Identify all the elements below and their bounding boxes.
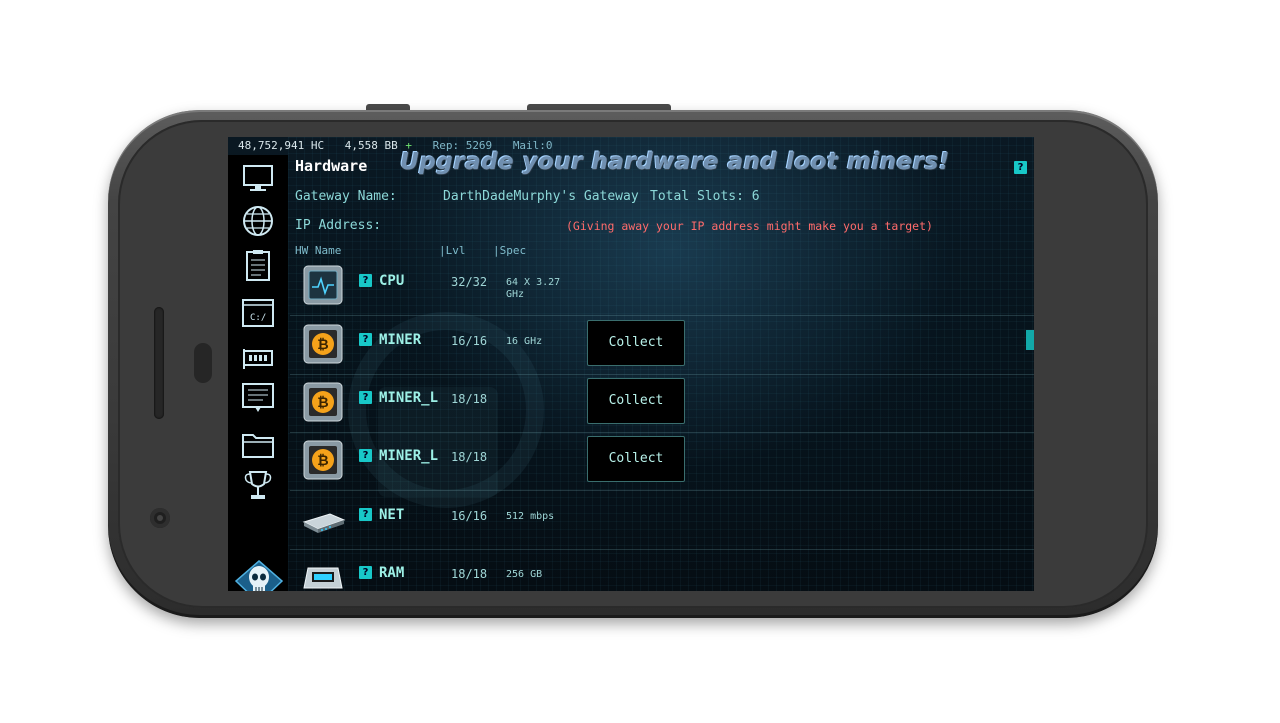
router-icon [300, 496, 346, 542]
hardware-row-miner-l-1[interactable]: ₿ ? MINER_L 18/18 Collect [290, 375, 1034, 433]
trophy-icon[interactable] [241, 469, 275, 503]
hw-level: 16/16 [451, 334, 488, 348]
network-card-icon[interactable] [241, 341, 275, 375]
hc-balance: 48,752,941 HC [238, 139, 325, 152]
net-help-icon[interactable]: ? [359, 508, 372, 521]
gateway-name-value: DarthDadeMurphy's Gateway [443, 189, 639, 204]
phone-camera [150, 508, 170, 528]
hardware-row-ram[interactable]: ? RAM 18/18 256 GB [296, 550, 1034, 591]
hw-level: 18/18 [451, 392, 488, 406]
collect-button[interactable]: Collect [587, 320, 685, 366]
skull-logo-icon[interactable] [234, 559, 284, 591]
hw-name: MINER [379, 332, 422, 348]
hw-spec: 64 X 3.27 GHz [506, 277, 561, 300]
hw-level: 32/32 [451, 275, 488, 289]
hardware-row-miner-l-2[interactable]: ₿ ? MINER_L 18/18 Collect [290, 433, 1034, 491]
miner-l-help-icon[interactable]: ? [359, 391, 372, 404]
ip-address-label[interactable]: IP Address: [295, 218, 381, 233]
collect-button[interactable]: Collect [587, 378, 685, 424]
total-slots: Total Slots: 6 [650, 189, 760, 204]
phone-sensor [194, 343, 212, 383]
bitcoin-chip-icon: ₿ [300, 437, 346, 483]
terminal-icon[interactable]: C:/ [241, 296, 275, 330]
folder-icon[interactable] [241, 427, 275, 461]
svg-text:₿: ₿ [317, 337, 328, 353]
hw-level: 18/18 [451, 450, 488, 464]
help-icon[interactable]: ? [1014, 161, 1027, 174]
cpu-help-icon[interactable]: ? [359, 274, 372, 287]
column-spec: |Spec [493, 244, 527, 257]
hw-name: MINER_L [379, 390, 439, 406]
terminal-label: C:/ [250, 313, 266, 323]
page-title: Hardware [295, 157, 368, 175]
column-hw-name: HW Name [295, 244, 342, 257]
clipboard-icon[interactable] [241, 248, 275, 282]
row-divider [290, 315, 1034, 316]
hw-spec: 256 GB [506, 569, 543, 580]
hardware-row-cpu[interactable]: ? CPU 32/32 64 X 3.27 GHz [290, 258, 1034, 316]
app-screen: 48,752,941 HC 4,558 BB + Rep: 5269 Mail:… [228, 137, 1034, 591]
ram-icon [300, 554, 346, 591]
monitor-icon[interactable] [241, 161, 275, 195]
bitcoin-chip-icon: ₿ [300, 321, 346, 367]
hw-level: 18/18 [451, 567, 488, 581]
hw-spec: 512 mbps [506, 511, 555, 522]
globe-icon[interactable] [241, 204, 275, 238]
hw-name: NET [379, 507, 405, 523]
chat-icon[interactable] [241, 381, 275, 415]
svg-text:₿: ₿ [317, 453, 328, 469]
ip-warning: (Giving away your IP address might make … [566, 219, 933, 233]
phone-speaker [154, 307, 164, 419]
ram-help-icon[interactable]: ? [359, 566, 372, 579]
miner-l-help-icon[interactable]: ? [359, 449, 372, 462]
hw-name: RAM [379, 565, 405, 581]
hw-name: CPU [379, 273, 405, 289]
scrollbar-thumb[interactable] [1026, 330, 1034, 350]
sidebar: C:/ [228, 155, 288, 591]
bb-balance: 4,558 BB [344, 139, 398, 152]
hw-name: MINER_L [379, 448, 439, 464]
collect-button[interactable]: Collect [587, 436, 685, 482]
hardware-row-miner[interactable]: ₿ ? MINER 16/16 16 GHz Collect [290, 317, 1034, 375]
cpu-chip-icon [300, 262, 346, 308]
column-lvl: |Lvl [439, 244, 466, 257]
miner-help-icon[interactable]: ? [359, 333, 372, 346]
hardware-row-net[interactable]: ? NET 16/16 512 mbps [290, 492, 1034, 550]
banner-text: Upgrade your hardware and loot miners! [400, 149, 950, 175]
hw-level: 16/16 [451, 509, 488, 523]
bitcoin-chip-icon: ₿ [300, 379, 346, 425]
gateway-name-label: Gateway Name: [295, 189, 397, 204]
row-divider [290, 490, 1034, 491]
svg-text:₿: ₿ [317, 395, 328, 411]
hw-spec: 16 GHz [506, 336, 543, 347]
